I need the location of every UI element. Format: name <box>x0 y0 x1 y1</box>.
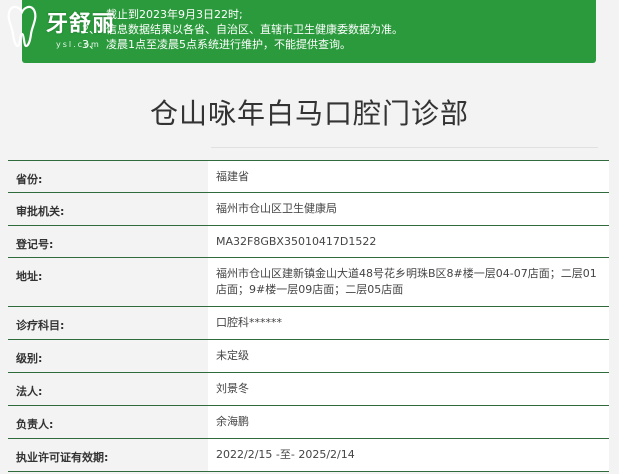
table-row: 诊疗科目: 口腔科****** <box>8 307 609 340</box>
title-divider <box>211 147 598 148</box>
site-logo[interactable]: 牙舒丽 ysl.com <box>4 2 134 52</box>
row-value: 福州市仓山区建新镇金山大道48号花乡明珠B区8#楼一层04-07店面；二层01店… <box>208 258 609 306</box>
table-row: 登记号: MA32F8GBX35010417D1522 <box>8 226 609 258</box>
row-label: 级别: <box>8 340 208 372</box>
logo-brand-text: 牙舒丽 <box>46 11 116 37</box>
notice-line-text: 凌晨1点至凌晨5点系统进行维护，不能提供查询。 <box>106 38 351 51</box>
table-row: 级别: 未定级 <box>8 340 609 373</box>
row-value: 口腔科****** <box>208 307 609 339</box>
row-value: 福建省 <box>208 161 609 192</box>
row-label: 审批机关: <box>8 193 208 225</box>
page-title: 仓山咏年白马口腔门诊部 <box>149 97 469 130</box>
row-label: 登记号: <box>8 226 208 257</box>
notice-line-3: 3、 凌晨1点至凌晨5点系统进行维护，不能提供查询。 <box>82 37 596 52</box>
row-label: 省份: <box>8 161 208 192</box>
tooth-icon <box>7 5 37 48</box>
logo-domain-text: ysl.com <box>56 40 101 49</box>
row-value: 福州市仓山区卫生健康局 <box>208 193 609 225</box>
table-row: 省份: 福建省 <box>8 160 609 193</box>
row-value: 余海鹏 <box>208 406 609 438</box>
row-label: 负责人: <box>8 406 208 438</box>
row-value: 2022/2/15 -至- 2025/2/14 <box>208 439 609 471</box>
row-label: 地址: <box>8 258 208 306</box>
notice-line-text: 信息数据结果以各省、自治区、直辖市卫生健康委数据为准。 <box>106 23 403 36</box>
table-row: 法人: 刘景冬 <box>8 373 609 406</box>
table-row: 负责人: 余海鹏 <box>8 406 609 439</box>
row-value: MA32F8GBX35010417D1522 <box>208 226 609 257</box>
row-value: 未定级 <box>208 340 609 372</box>
row-label: 执业许可证有效期: <box>8 439 208 471</box>
table-row: 执业许可证有效期: 2022/2/15 -至- 2025/2/14 <box>8 439 609 472</box>
row-value: 刘景冬 <box>208 373 609 405</box>
row-label: 诊疗科目: <box>8 307 208 339</box>
table-row: 地址: 福州市仓山区建新镇金山大道48号花乡明珠B区8#楼一层04-07店面；二… <box>8 258 609 307</box>
notice-line-1: 截止到2023年9月3日22时; <box>82 7 596 22</box>
row-label: 法人: <box>8 373 208 405</box>
info-table: 省份: 福建省 审批机关: 福州市仓山区卫生健康局 登记号: MA32F8GBX… <box>8 160 609 472</box>
table-row: 审批机关: 福州市仓山区卫生健康局 <box>8 193 609 226</box>
notice-line-2: 2、 信息数据结果以各省、自治区、直辖市卫生健康委数据为准。 <box>82 22 596 37</box>
